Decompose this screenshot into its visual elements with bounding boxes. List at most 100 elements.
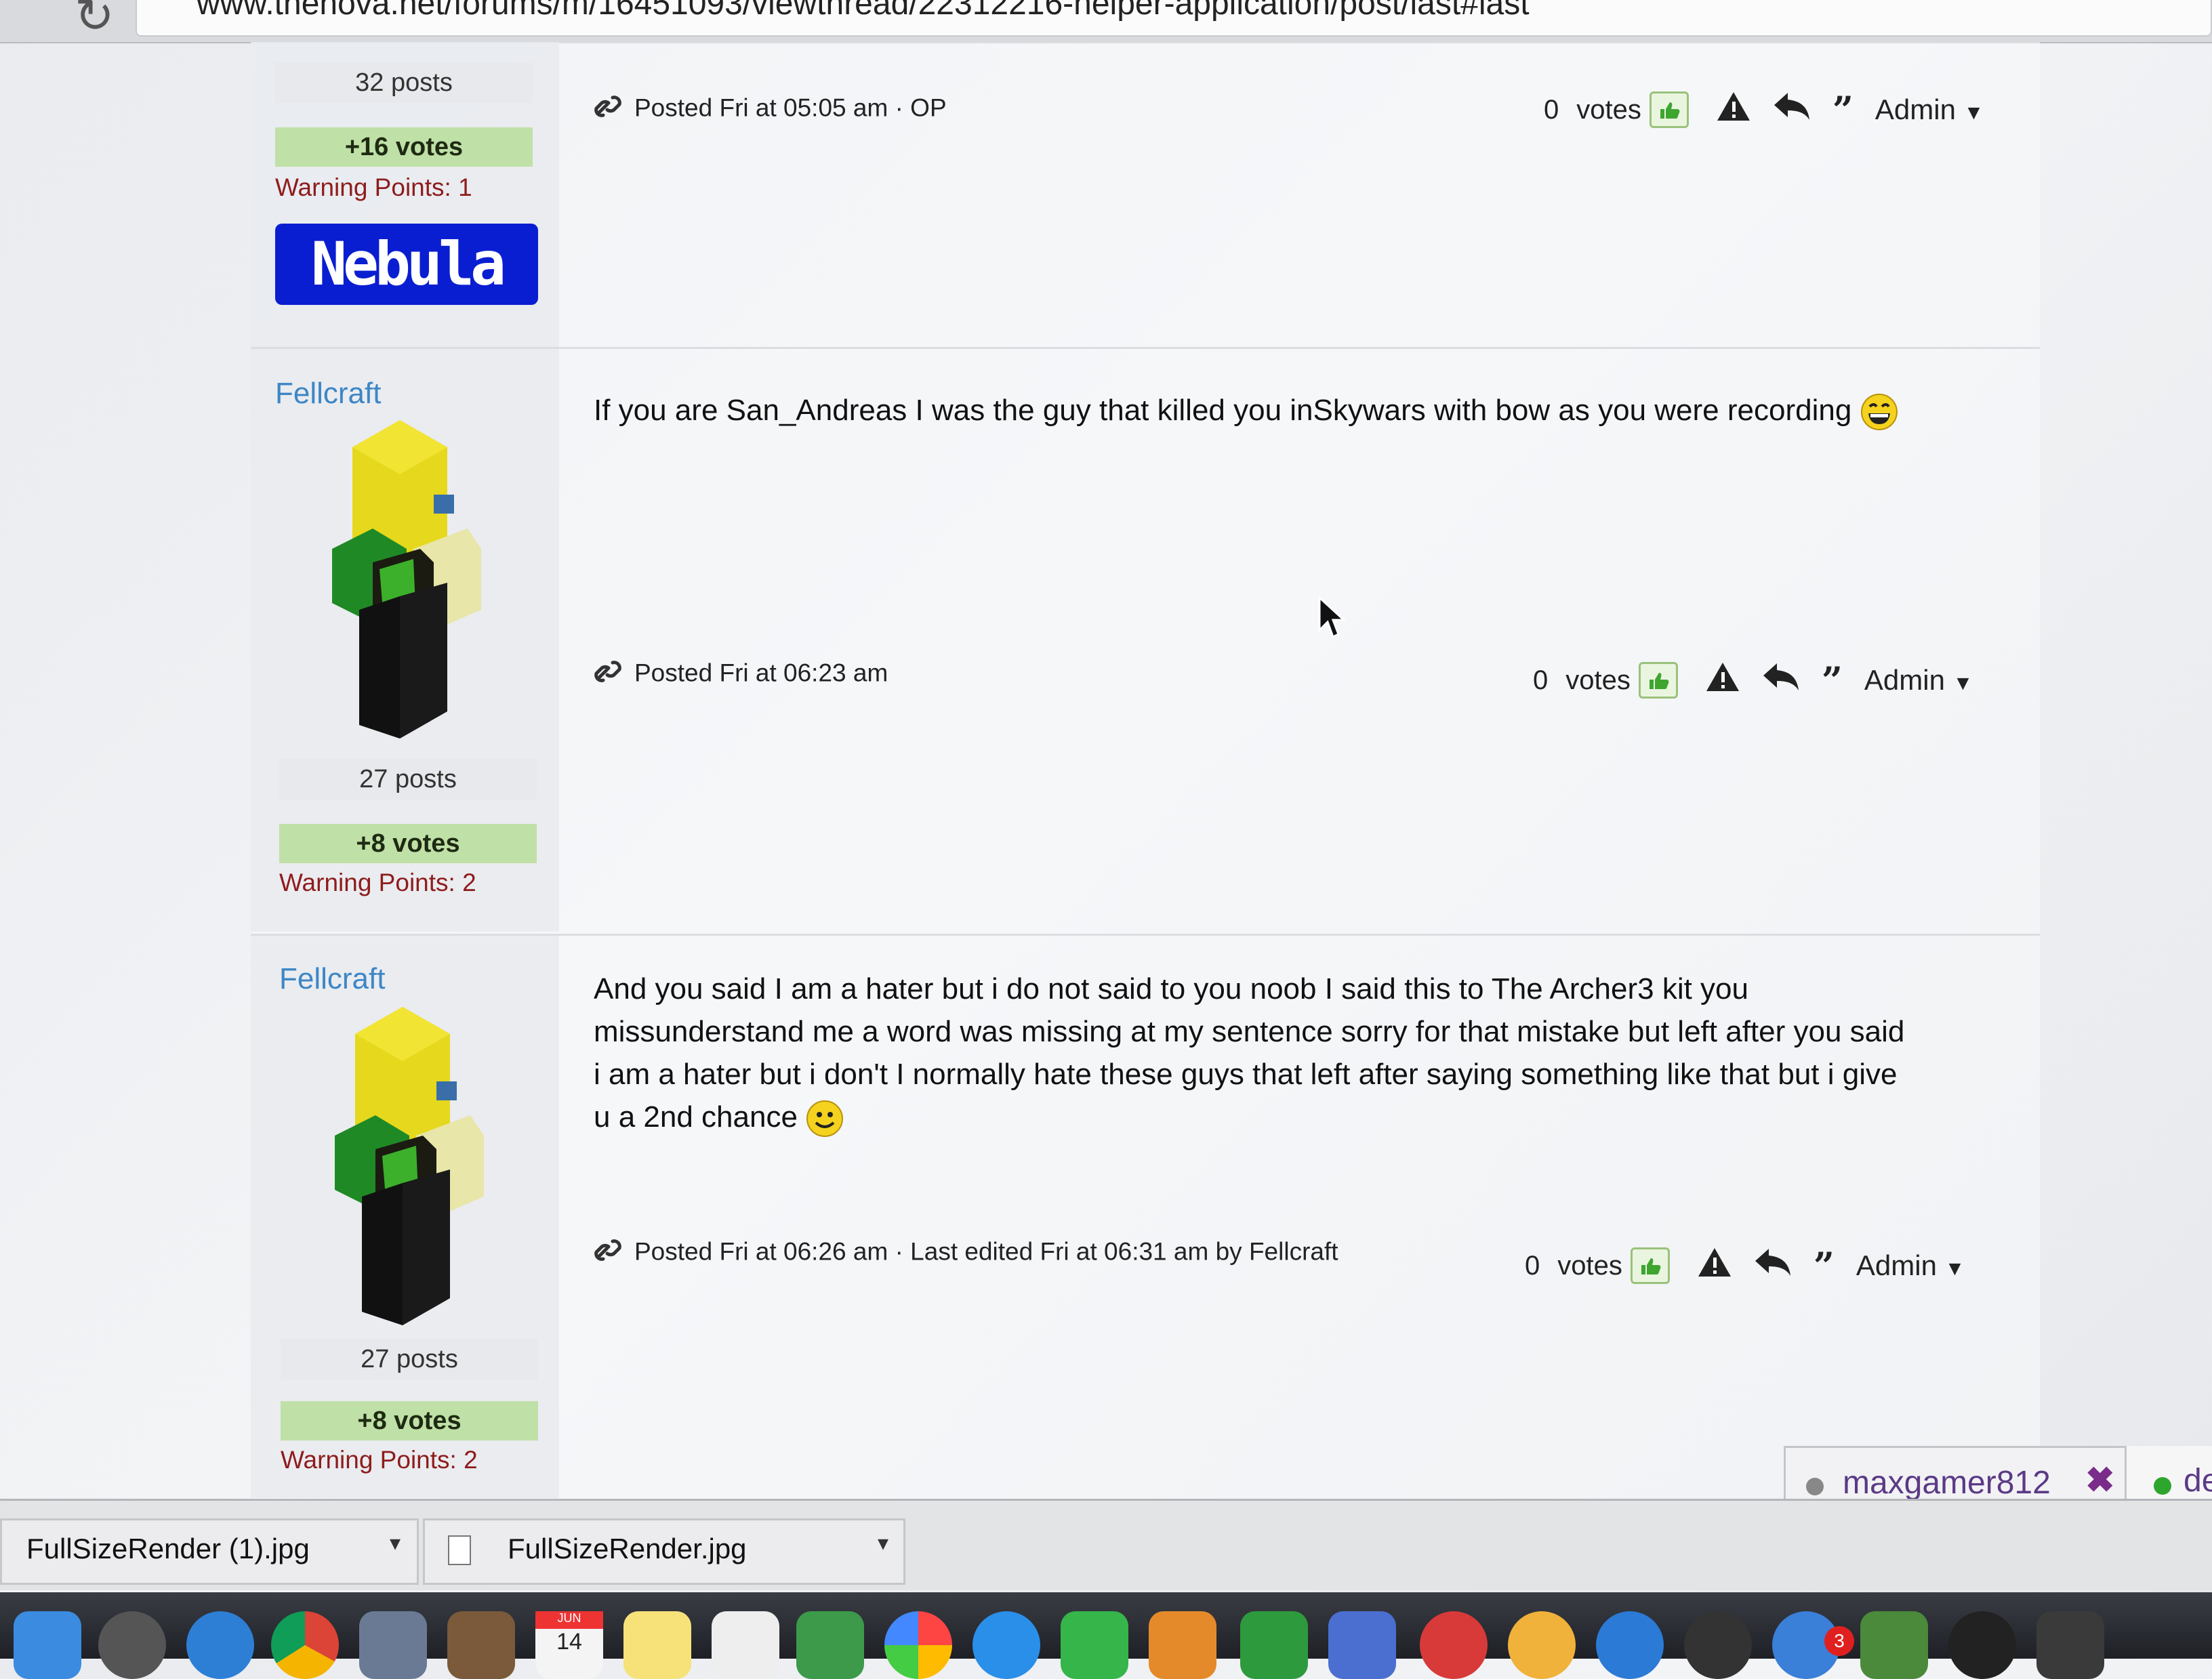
calendar-icon[interactable]: JUN 14 bbox=[535, 1611, 603, 1679]
quote-icon[interactable]: ” bbox=[1822, 659, 1843, 702]
vote-count: 0 bbox=[1525, 1250, 1540, 1281]
post-message-text: If you are San_Andreas I was the guy tha… bbox=[594, 394, 1852, 427]
warning-points: Warning Points: 2 bbox=[281, 1446, 478, 1474]
preview-icon[interactable] bbox=[359, 1611, 427, 1679]
quote-icon[interactable]: ” bbox=[1814, 1244, 1835, 1287]
notes-icon[interactable] bbox=[623, 1611, 691, 1679]
quote-icon[interactable]: ” bbox=[1832, 88, 1853, 131]
grin-emoji-icon bbox=[1860, 394, 1898, 431]
post-count: 27 posts bbox=[281, 1339, 538, 1380]
reply-icon[interactable] bbox=[1773, 91, 1811, 128]
post-message-line: i am a hater but i don't I normally hate… bbox=[594, 1058, 1898, 1091]
chevron-down-icon[interactable]: ▾ bbox=[878, 1530, 888, 1556]
photos-icon[interactable] bbox=[884, 1611, 952, 1679]
numbers-icon[interactable] bbox=[796, 1611, 864, 1679]
calendar-day: 14 bbox=[556, 1629, 582, 1655]
chevron-down-icon: ▼ bbox=[1963, 102, 1984, 124]
vote-count: 0 bbox=[1533, 665, 1549, 695]
minecraft-avatar bbox=[335, 1007, 484, 1325]
admin-dropdown[interactable]: Admin ▼ bbox=[1856, 1249, 1965, 1282]
admin-label: Admin bbox=[1875, 94, 1956, 125]
download-bar: FullSizeRender (1).jpg ▾ FullSizeRender.… bbox=[0, 1499, 2212, 1590]
author-username[interactable]: Fellcraft bbox=[275, 377, 381, 411]
notification-badge: 3 bbox=[1824, 1626, 1854, 1656]
permalink-icon[interactable] bbox=[594, 657, 622, 692]
admin-label: Admin bbox=[1864, 664, 1945, 696]
warning-report-icon[interactable] bbox=[1705, 661, 1740, 699]
author-votes-badge: +8 votes bbox=[279, 824, 537, 863]
minecraft-icon[interactable] bbox=[1860, 1611, 1928, 1679]
chat-tab-username[interactable]: maxgamer812 bbox=[1843, 1464, 2051, 1501]
reply-icon[interactable] bbox=[1754, 1247, 1792, 1284]
offline-status-dot bbox=[1806, 1478, 1824, 1495]
app-icon[interactable] bbox=[1948, 1611, 2016, 1679]
file-icon bbox=[448, 1535, 471, 1565]
download-filename[interactable]: FullSizeRender.jpg bbox=[508, 1533, 747, 1565]
author-votes-badge: +8 votes bbox=[281, 1401, 538, 1440]
system-preferences-icon[interactable] bbox=[1684, 1611, 1752, 1679]
chrome-icon[interactable] bbox=[271, 1611, 339, 1679]
votes-label: votes bbox=[1557, 1250, 1622, 1281]
safari-icon[interactable] bbox=[186, 1611, 254, 1679]
warning-report-icon[interactable] bbox=[1697, 1247, 1732, 1285]
app-store-icon[interactable] bbox=[972, 1611, 1040, 1679]
votes-label: votes bbox=[1576, 94, 1641, 125]
vote-count: 0 bbox=[1544, 94, 1559, 125]
chat-tab-username[interactable]: de bbox=[2184, 1462, 2212, 1499]
votes-label: votes bbox=[1565, 665, 1631, 695]
ibooks-icon[interactable] bbox=[1149, 1611, 1216, 1679]
download-filename[interactable]: FullSizeRender (1).jpg bbox=[26, 1533, 310, 1565]
admin-dropdown[interactable]: Admin ▼ bbox=[1864, 664, 1973, 697]
launchpad-icon[interactable] bbox=[98, 1611, 166, 1679]
permalink-icon[interactable] bbox=[594, 1236, 622, 1270]
music-icon[interactable] bbox=[1420, 1611, 1488, 1679]
post-timestamp: Posted Fri at 05:05 am · OP bbox=[634, 94, 947, 122]
ibooks-store-icon[interactable] bbox=[1596, 1611, 1664, 1679]
admin-label: Admin bbox=[1856, 1249, 1937, 1281]
minecraft-avatar bbox=[332, 420, 481, 739]
thumbs-up-icon[interactable] bbox=[1630, 1247, 1670, 1284]
post-actions: 0 votes ” Admin ▼ bbox=[1544, 88, 1984, 131]
post-meta: Posted Fri at 05:05 am · OP bbox=[594, 92, 947, 127]
post-message: If you are San_Andreas I was the guy tha… bbox=[594, 389, 2010, 432]
finder-icon[interactable] bbox=[14, 1611, 81, 1679]
app-icon[interactable] bbox=[2036, 1611, 2104, 1679]
contacts-icon[interactable] bbox=[447, 1611, 515, 1679]
post-message-line: And you said I am a hater but i do not s… bbox=[594, 972, 1748, 1006]
author-username[interactable]: Fellcraft bbox=[279, 962, 385, 996]
post-count: 27 posts bbox=[279, 759, 537, 800]
chevron-down-icon[interactable]: ▾ bbox=[390, 1530, 401, 1556]
mouse-cursor-icon bbox=[1318, 596, 1345, 639]
charts-icon[interactable] bbox=[1240, 1611, 1308, 1679]
post-actions: 0 votes ” Admin ▼ bbox=[1525, 1244, 1965, 1287]
smile-emoji-icon bbox=[806, 1100, 844, 1138]
download-item[interactable]: FullSizeRender.jpg ▾ bbox=[423, 1518, 905, 1585]
close-icon[interactable]: ✖ bbox=[2085, 1460, 2115, 1501]
nebula-signature-logo: Nebula bbox=[275, 224, 538, 305]
address-bar-url[interactable]: www.thenova.net/forums/m/16451093/viewth… bbox=[197, 0, 1530, 22]
warning-report-icon[interactable] bbox=[1716, 91, 1751, 129]
keynote-icon[interactable] bbox=[1328, 1611, 1396, 1679]
thumbs-up-icon[interactable] bbox=[1649, 91, 1689, 128]
reminders-icon[interactable] bbox=[712, 1611, 779, 1679]
chevron-down-icon: ▼ bbox=[1952, 672, 1973, 695]
post-actions: 0 votes ” Admin ▼ bbox=[1533, 659, 1973, 702]
warning-points: Warning Points: 1 bbox=[275, 173, 472, 201]
game-center-icon[interactable] bbox=[1508, 1611, 1576, 1679]
online-status-dot bbox=[2154, 1477, 2171, 1495]
download-item[interactable]: FullSizeRender (1).jpg ▾ bbox=[0, 1518, 419, 1585]
chevron-down-icon: ▼ bbox=[1944, 1258, 1965, 1280]
warning-points: Warning Points: 2 bbox=[279, 869, 476, 896]
mac-dock: JUN 14 bbox=[0, 1592, 2212, 1679]
thumbs-up-icon[interactable] bbox=[1638, 662, 1678, 699]
post-meta: Posted Fri at 06:23 am bbox=[594, 657, 888, 692]
reply-icon[interactable] bbox=[1762, 662, 1800, 699]
post-timestamp: Posted Fri at 06:23 am bbox=[634, 659, 888, 687]
permalink-icon[interactable] bbox=[594, 92, 622, 127]
post-count: 32 posts bbox=[275, 62, 533, 103]
post-message-line: missunderstand me a word was missing at … bbox=[594, 1015, 1905, 1048]
reload-icon[interactable]: ↻ bbox=[75, 0, 115, 43]
admin-dropdown[interactable]: Admin ▼ bbox=[1875, 94, 1984, 126]
post-timestamp: Posted Fri at 06:26 am · Last edited Fri… bbox=[634, 1237, 1338, 1266]
facetime-icon[interactable] bbox=[1061, 1611, 1128, 1679]
